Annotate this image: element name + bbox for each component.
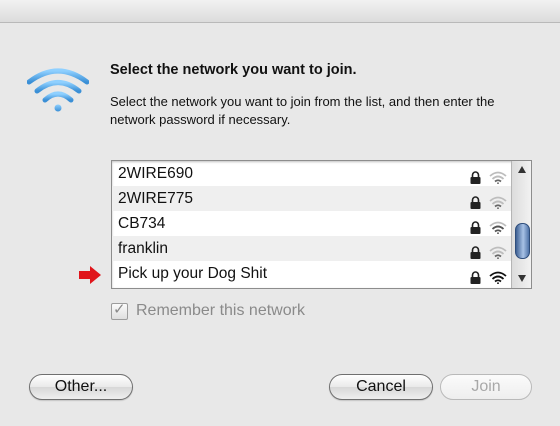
remember-network-label: Remember this network bbox=[136, 302, 305, 319]
red-arrow-icon bbox=[78, 266, 102, 289]
dialog-heading: Select the network you want to join. bbox=[110, 62, 357, 78]
scroll-up-arrow-icon[interactable] bbox=[518, 166, 526, 173]
dialog-description: Select the network you want to join from… bbox=[110, 94, 495, 127]
network-list-scrollbar[interactable] bbox=[511, 161, 531, 288]
cancel-button[interactable]: Cancel bbox=[329, 374, 433, 400]
network-name: CB734 bbox=[118, 215, 166, 232]
scroll-thumb[interactable] bbox=[515, 223, 530, 259]
network-row[interactable]: franklin bbox=[112, 236, 511, 261]
scroll-down-arrow-icon[interactable] bbox=[518, 275, 526, 282]
network-name: Pick up your Dog Shit bbox=[118, 265, 268, 282]
network-row[interactable]: Pick up your Dog Shit bbox=[112, 261, 511, 286]
checkbox-box[interactable]: ✓ bbox=[111, 300, 128, 320]
signal-strong-icon bbox=[489, 267, 507, 288]
wifi-icon bbox=[26, 68, 90, 117]
join-button[interactable]: Join bbox=[440, 374, 532, 400]
network-row[interactable]: 2WIRE775 bbox=[112, 186, 511, 211]
network-list[interactable]: 2WIRE690 2WIRE775 CB734 franklin Pick up… bbox=[111, 160, 532, 289]
network-name: 2WIRE775 bbox=[118, 190, 193, 207]
window-titlebar[interactable] bbox=[0, 0, 560, 23]
lock-icon bbox=[470, 267, 481, 288]
network-row[interactable]: 2WIRE690 bbox=[112, 161, 511, 186]
other-button[interactable]: Other... bbox=[29, 374, 133, 400]
network-name: 2WIRE690 bbox=[118, 165, 193, 182]
checkmark-icon: ✓ bbox=[113, 300, 126, 318]
network-name: franklin bbox=[118, 240, 168, 257]
network-row[interactable]: CB734 bbox=[112, 211, 511, 236]
